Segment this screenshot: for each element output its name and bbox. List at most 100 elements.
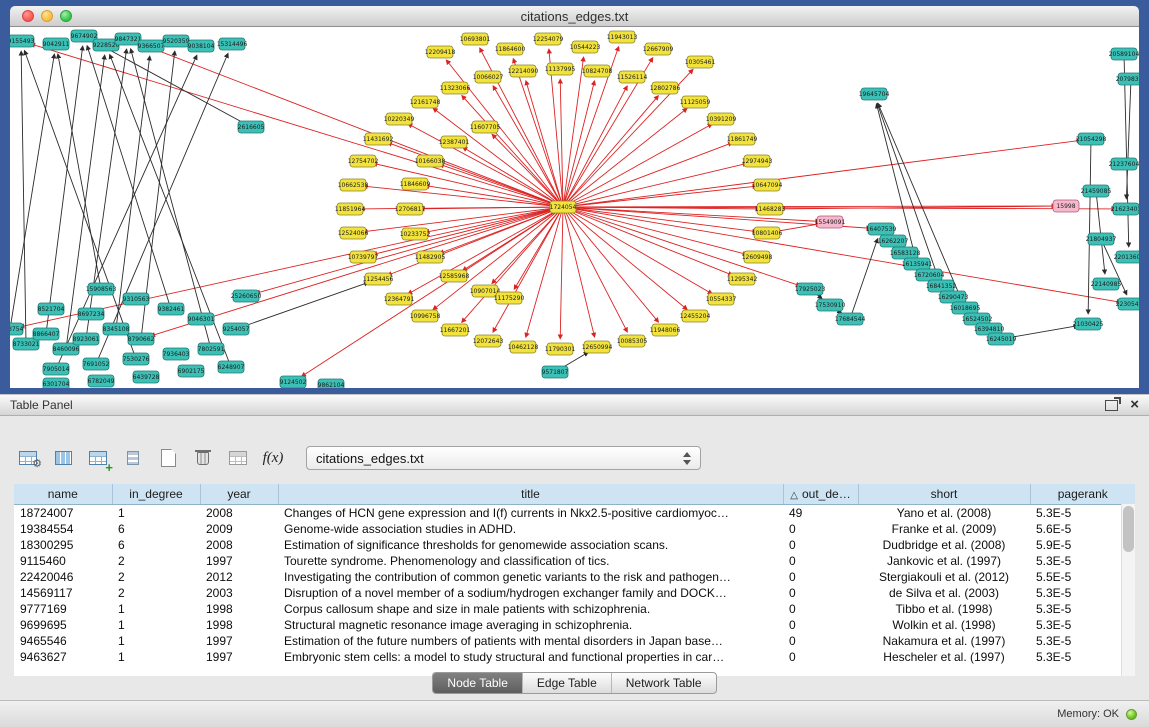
column-header-title[interactable]: title xyxy=(278,484,783,505)
graph-node[interactable]: 21623401 xyxy=(1111,203,1139,215)
tab-edge-table[interactable]: Edge Table xyxy=(522,673,611,693)
table-scrollbar[interactable] xyxy=(1121,504,1135,676)
graph-node[interactable]: 17684544 xyxy=(835,313,866,325)
table-row[interactable]: 1456911722003Disruption of a novel membe… xyxy=(14,585,1135,601)
graph-node[interactable]: 10085305 xyxy=(617,335,648,347)
table-row[interactable]: 911546021997Tourette syndrome. Phenomeno… xyxy=(14,553,1135,569)
graph-node[interactable]: 10305461 xyxy=(685,56,716,68)
graph-node[interactable]: 10647094 xyxy=(752,179,783,191)
column-header-in_degree[interactable]: in_degree xyxy=(112,484,200,505)
graph-node[interactable]: 17925023 xyxy=(795,283,826,295)
graph-node[interactable]: 12706817 xyxy=(395,203,426,215)
graph-node[interactable]: 12609498 xyxy=(742,251,773,263)
graph-node[interactable]: 12585968 xyxy=(439,270,470,282)
graph-node[interactable]: 22305471 xyxy=(1116,298,1139,310)
graph-node[interactable]: 11125059 xyxy=(680,96,711,108)
graph-node[interactable]: 10739797 xyxy=(348,251,379,263)
graph-node[interactable]: 12072643 xyxy=(473,335,504,347)
graph-node[interactable]: 9366507 xyxy=(138,40,165,52)
table-row[interactable]: 946362711997Embryonic stem cells: a mode… xyxy=(14,649,1135,665)
table-row[interactable]: 1872400712008Changes of HCN gene express… xyxy=(14,505,1135,522)
graph-node[interactable]: 11526114 xyxy=(617,71,648,83)
graph-node[interactable]: 11137995 xyxy=(545,63,576,75)
graph-node[interactable]: 6248907 xyxy=(218,361,245,373)
network-window-titlebar[interactable]: citations_edges.txt xyxy=(10,6,1139,27)
graph-node[interactable]: 8790662 xyxy=(128,333,155,345)
graph-node[interactable]: 12455204 xyxy=(680,310,711,322)
graph-node[interactable]: 16262207 xyxy=(878,235,909,247)
graph-node[interactable]: 9046301 xyxy=(188,313,215,325)
graph-node[interactable]: 15314496 xyxy=(217,38,248,50)
graph-node[interactable]: 7802591 xyxy=(198,343,225,355)
function-builder-icon[interactable]: f(x) xyxy=(259,445,287,471)
graph-node[interactable]: 12254079 xyxy=(533,33,564,45)
graph-node[interactable]: 16583128 xyxy=(890,247,921,259)
network-file-select[interactable]: citations_edges.txt xyxy=(306,446,701,470)
graph-node[interactable]: 11295342 xyxy=(727,273,758,285)
column-header-pagerank[interactable]: pagerank xyxy=(1030,484,1135,505)
row-height-icon[interactable] xyxy=(119,445,147,471)
tab-network-table[interactable]: Network Table xyxy=(611,673,716,693)
graph-node[interactable]: 17530910 xyxy=(815,299,846,311)
graph-node[interactable]: 10391209 xyxy=(706,113,737,125)
graph-node[interactable]: 11431692 xyxy=(363,133,394,145)
graph-node[interactable]: 11851964 xyxy=(335,203,366,215)
graph-node[interactable]: 9310563 xyxy=(123,293,150,305)
graph-node[interactable]: 12524066 xyxy=(338,227,369,239)
graph-node[interactable]: 16245019 xyxy=(986,333,1017,345)
graph-node[interactable]: 20589104 xyxy=(1109,48,1139,60)
graph-node[interactable]: 9038104 xyxy=(188,40,215,52)
graph-node[interactable]: 16135941 xyxy=(902,258,933,270)
graph-node[interactable]: 15549091 xyxy=(815,216,846,228)
tab-node-table[interactable]: Node Table xyxy=(433,673,522,693)
graph-node[interactable]: 7905014 xyxy=(43,363,70,375)
graph-node[interactable]: 12667909 xyxy=(643,43,674,55)
graph-node[interactable]: 16018695 xyxy=(950,302,981,314)
graph-node[interactable]: 10554337 xyxy=(706,293,737,305)
graph-node[interactable]: 22140985 xyxy=(1091,278,1122,290)
graph-node[interactable]: 11468283 xyxy=(755,203,786,215)
graph-node[interactable]: 12974943 xyxy=(742,155,773,167)
graph-node[interactable]: 21804937 xyxy=(1086,233,1117,245)
graph-node[interactable]: 22013604 xyxy=(1114,251,1139,263)
graph-node[interactable]: 8521704 xyxy=(38,303,65,315)
new-table-icon[interactable] xyxy=(154,445,182,471)
graph-node[interactable]: 10220349 xyxy=(384,113,415,125)
column-header-short[interactable]: short xyxy=(858,484,1030,505)
graph-node[interactable]: 12209418 xyxy=(425,46,456,58)
column-header-out_degree[interactable]: △out_de… xyxy=(783,484,858,505)
graph-node[interactable]: 10662538 xyxy=(338,179,369,191)
graph-node[interactable]: 9254057 xyxy=(223,323,250,335)
graph-node[interactable]: 15998 xyxy=(1053,200,1079,212)
graph-node[interactable]: 11254456 xyxy=(363,273,394,285)
graph-node[interactable]: 11864600 xyxy=(495,43,526,55)
graph-node[interactable]: 9042911 xyxy=(43,38,70,50)
column-header-year[interactable]: year xyxy=(200,484,278,505)
close-panel-icon[interactable]: × xyxy=(1130,398,1139,412)
graph-node[interactable]: 8345108 xyxy=(103,323,130,335)
graph-node[interactable]: 16407539 xyxy=(866,223,897,235)
graph-node[interactable]: 12214090 xyxy=(508,65,539,77)
graph-node[interactable]: 11482905 xyxy=(415,251,446,263)
import-table-icon[interactable]: + xyxy=(84,445,112,471)
table-mode-icon[interactable]: ⚙ xyxy=(14,445,42,471)
table-row[interactable]: 1938455462009Genome-wide association stu… xyxy=(14,521,1135,537)
graph-node[interactable]: 16841352 xyxy=(926,280,957,292)
table-row[interactable]: 969969511998Structural magnetic resonanc… xyxy=(14,617,1135,633)
graph-node[interactable]: 9862104 xyxy=(318,379,345,388)
graph-node[interactable]: 10996758 xyxy=(410,310,441,322)
graph-node[interactable]: 10166038 xyxy=(415,155,446,167)
graph-node[interactable]: 11861749 xyxy=(727,133,758,145)
graph-node[interactable]: 11667201 xyxy=(440,324,471,336)
graph-node[interactable]: 12364791 xyxy=(384,293,415,305)
graph-node[interactable]: 10824708 xyxy=(582,65,613,77)
graph-node[interactable]: 21459085 xyxy=(1081,185,1112,197)
graph-node[interactable]: 11175290 xyxy=(494,292,525,304)
graph-node[interactable]: 8923061 xyxy=(73,333,100,345)
graph-node[interactable]: 20798316 xyxy=(1116,73,1139,85)
graph-node[interactable]: 2616605 xyxy=(238,121,265,133)
graph-node[interactable]: 7936403 xyxy=(163,348,190,360)
graph-node[interactable]: 7530276 xyxy=(123,353,150,365)
graph-node[interactable]: 6782049 xyxy=(88,375,115,387)
graph-node[interactable]: 1724054 xyxy=(550,201,577,213)
